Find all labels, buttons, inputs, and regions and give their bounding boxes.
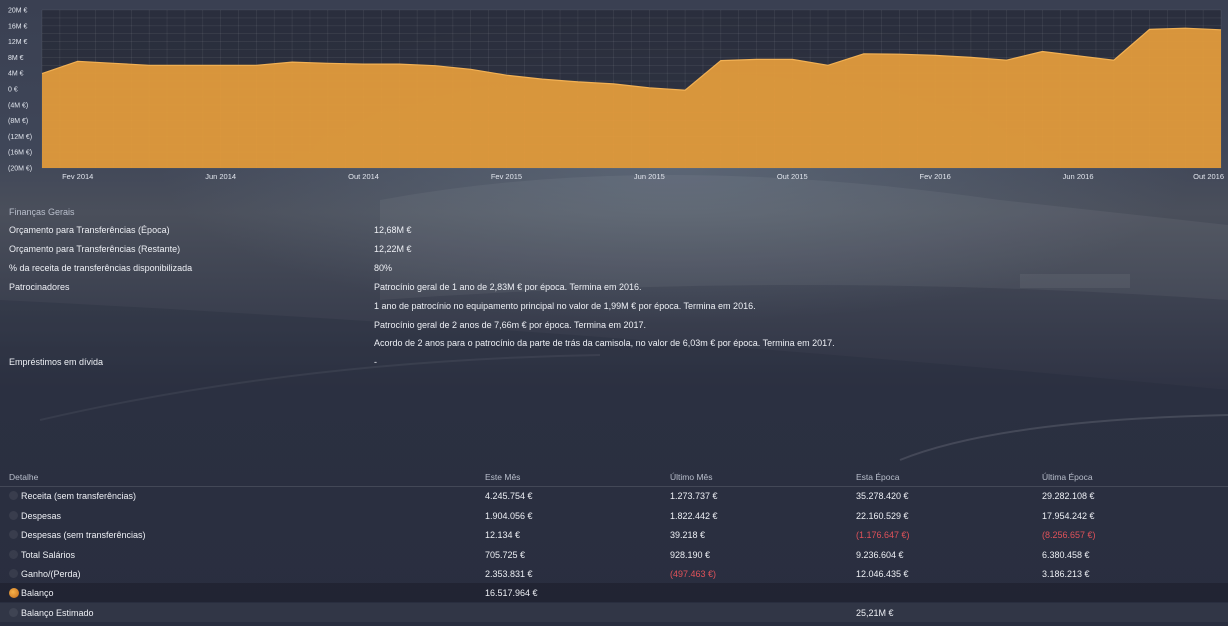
detail-row-name: Receita (sem transferências) [21, 491, 137, 501]
detail-table-header: Detalhe Este Mês Último Mês Esta Época Ú… [0, 468, 1228, 487]
y-tick-label: (4M €) [8, 102, 28, 109]
expand-icon[interactable] [9, 550, 18, 559]
detail-cell: 12.134 € [485, 530, 521, 540]
finance-row-label: Orçamento para Transferências (Época) [9, 225, 170, 235]
detail-cell: (497.463 €) [670, 569, 717, 579]
finance-row: Orçamento para Transferências (Época) 12,… [0, 221, 1228, 239]
detail-cell: 928.190 € [670, 550, 711, 560]
header-this-season[interactable]: Esta Época [856, 472, 899, 482]
finance-row-value: 1 ano de patrocínio no equipamento princ… [374, 301, 756, 311]
expand-icon[interactable] [9, 608, 18, 617]
detail-cell: 1.822.442 € [670, 511, 718, 521]
detail-cell: 4.245.754 € [485, 491, 533, 501]
detail-cell: 39.218 € [670, 530, 706, 540]
balance-chart: 20M € 16M € 12M € 8M € 4M € 0 € (4M €) (8M €) (1… [0, 0, 1228, 190]
x-tick-label: Jun 2014 [205, 172, 236, 181]
x-tick-label: Jun 2016 [1063, 172, 1094, 181]
detail-cell: 12.046.435 € [856, 569, 909, 579]
detail-row-name: Balanço Estimado [21, 608, 94, 618]
x-tick-label: Out 2016 [1193, 172, 1224, 181]
x-tick-label: Fev 2015 [491, 172, 522, 181]
finance-row-value: - [374, 357, 377, 367]
detail-row-name: Total Salários [21, 550, 76, 560]
header-this-month[interactable]: Este Mês [485, 472, 520, 482]
expand-icon[interactable] [9, 569, 18, 578]
finance-row-label: Orçamento para Transferências (Restante) [9, 244, 181, 254]
balance-row[interactable]: Balanço 16.517.964 € [0, 583, 1228, 602]
y-tick-label: 12M € [8, 39, 28, 46]
y-tick-label: 16M € [8, 23, 28, 30]
detail-row[interactable]: Total Salários 705.725 € 928.190 € 9.236.60… [0, 545, 1228, 564]
finance-row-value: 12,68M € [374, 225, 412, 235]
finance-row: Patrocínio geral de 2 anos de 7,66m € po… [0, 316, 1228, 334]
detail-cell: 705.725 € [485, 550, 526, 560]
detail-row[interactable]: Balanço Estimado 25,21M € [0, 603, 1228, 622]
detail-cell: 9.236.604 € [856, 550, 904, 560]
y-tick-label: 4M € [8, 71, 24, 78]
detail-cell: (8.256.657 €) [1042, 530, 1096, 540]
detail-row[interactable]: Despesas 1.904.056 € 1.822.442 € 22.160.529… [0, 506, 1228, 525]
detail-cell: 25,21M € [856, 608, 894, 618]
header-last-month[interactable]: Último Mês [670, 472, 713, 482]
finance-row-label: % da receita de transferências disponibi… [9, 263, 193, 273]
finance-row: Patrocinadores Patrocínio geral de 1 ano … [0, 278, 1228, 296]
detail-row-name: Balanço [21, 588, 54, 598]
detail-row-name: Ganho/(Perda) [21, 569, 81, 579]
expand-icon[interactable] [9, 511, 18, 520]
detail-cell: 3.186.213 € [1042, 569, 1090, 579]
x-tick-label: Fev 2016 [920, 172, 951, 181]
detail-cell: (1.176.647 €) [856, 530, 910, 540]
finance-row-label: Empréstimos em dívida [9, 357, 104, 367]
detail-row[interactable]: Ganho/(Perda) 2.353.831 € (497.463 €) 12.04… [0, 564, 1228, 583]
detail-cell: 29.282.108 € [1042, 491, 1095, 501]
finance-row-label: Patrocinadores [9, 282, 70, 292]
finance-row-value: Patrocínio geral de 1 ano de 2,83M € por… [374, 282, 642, 292]
y-tick-label: (16M €) [8, 150, 32, 157]
detail-cell: 22.160.529 € [856, 511, 909, 521]
detail-row-name: Despesas (sem transferências) [21, 530, 146, 540]
detail-cell: 6.380.458 € [1042, 550, 1090, 560]
detail-cell: 2.353.831 € [485, 569, 533, 579]
detail-row[interactable]: Receita (sem transferências) 4.245.754 € 1… [0, 486, 1228, 505]
x-tick-label: Out 2014 [348, 172, 379, 181]
detail-row[interactable]: Despesas (sem transferências) 12.134 € 39.… [0, 525, 1228, 544]
y-tick-label: 20M € [8, 8, 28, 15]
balance-icon [9, 588, 19, 598]
x-tick-label: Jun 2015 [634, 172, 665, 181]
finance-row-value: 80% [374, 263, 393, 273]
header-detail: Detalhe [9, 472, 39, 482]
detail-cell: 16.517.964 € [485, 588, 538, 598]
y-tick-label: (12M €) [8, 134, 32, 141]
x-tick-label: Fev 2014 [62, 172, 93, 181]
finance-row: % da receita de transferências disponibi… [0, 259, 1228, 277]
expand-icon[interactable] [9, 530, 18, 539]
detail-cell: 35.278.420 € [856, 491, 909, 501]
detail-cell: 1.273.737 € [670, 491, 718, 501]
detail-row-name: Despesas [21, 511, 62, 521]
finance-row: Empréstimos em dívida - [0, 353, 1228, 371]
finance-row-value: Acordo de 2 anos para o patrocínio da pa… [374, 338, 835, 348]
finance-row: Orçamento para Transferências (Restante)… [0, 240, 1228, 258]
finance-row: 1 ano de patrocínio no equipamento princ… [0, 297, 1228, 315]
balance-chart-svg: 20M € 16M € 12M € 8M € 4M € 0 € (4M €) (8M €) (1… [8, 8, 1224, 182]
finance-row: Acordo de 2 anos para o patrocínio da pa… [0, 334, 1228, 352]
y-tick-label: (20M €) [8, 166, 32, 173]
expand-icon[interactable] [9, 491, 18, 500]
finance-row-value: 12,22M € [374, 244, 412, 254]
y-tick-label: 0 € [8, 87, 18, 94]
y-tick-label: 8M € [8, 55, 24, 62]
detail-cell: 17.954.242 € [1042, 511, 1095, 521]
detail-cell: 1.904.056 € [485, 511, 533, 521]
header-last-season[interactable]: Última Época [1042, 472, 1093, 482]
general-finances-title: Finanças Gerais [9, 207, 75, 217]
finance-row-value: Patrocínio geral de 2 anos de 7,66m € po… [374, 320, 647, 330]
x-tick-label: Out 2015 [777, 172, 808, 181]
y-tick-label: (8M €) [8, 118, 28, 125]
